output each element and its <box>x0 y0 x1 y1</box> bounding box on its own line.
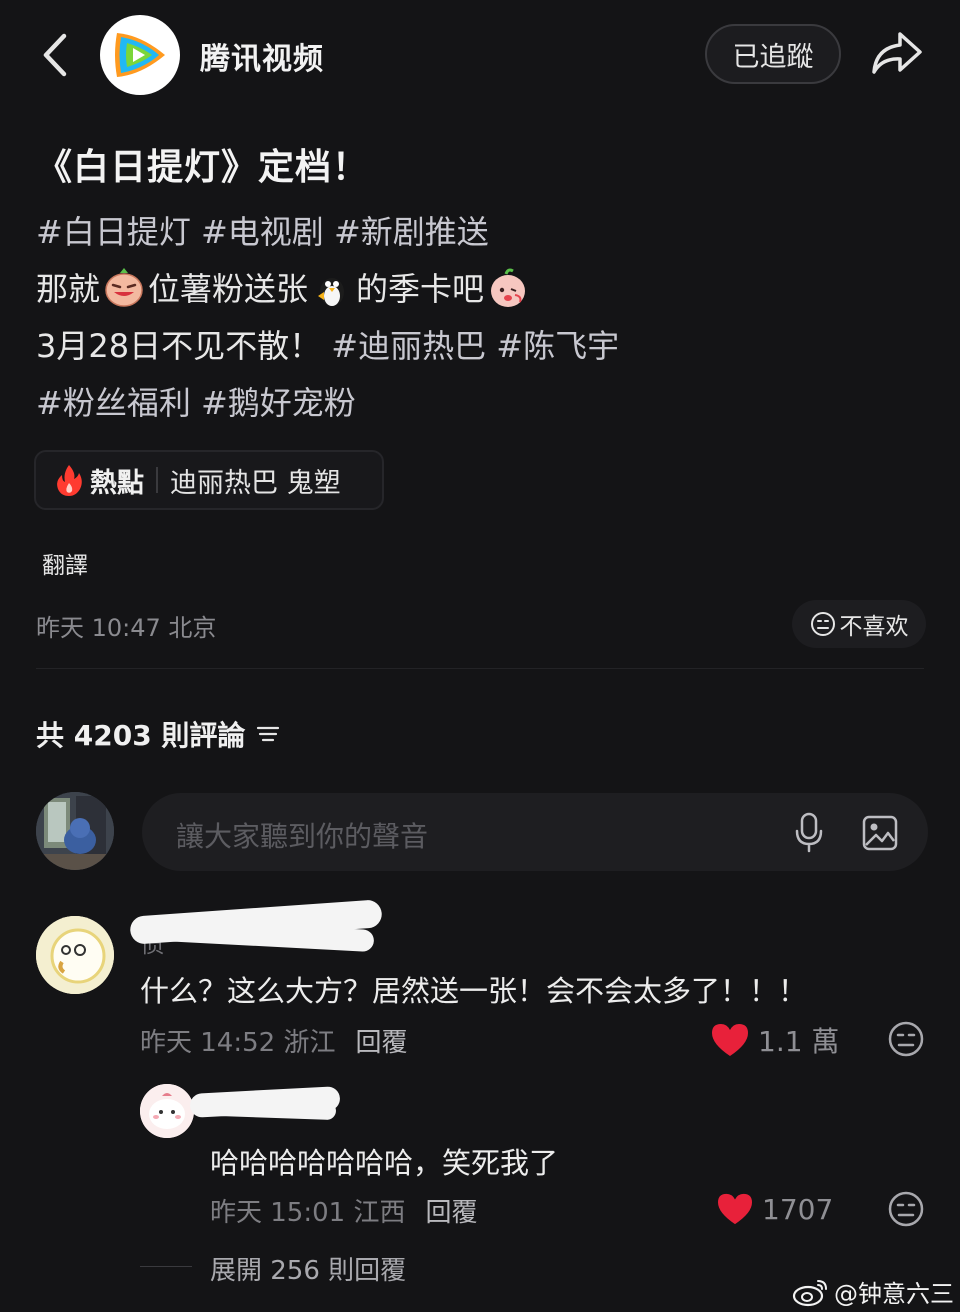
comment-time-location: 昨天 14:52 浙江 <box>140 1028 336 1058</box>
dislike-button[interactable]: 不喜欢 <box>792 600 926 648</box>
hashtags[interactable]: #迪丽热巴 #陈飞宇 <box>331 327 619 365</box>
text-segment: 位薯粉送张 <box>148 270 309 308</box>
post-body: #白日提灯 #电视剧 #新剧推送 那就 位薯粉送张 的季卡吧 3月28日不见不散… <box>36 204 936 432</box>
post-timestamp-location: 昨天 10:47 北京 <box>36 614 217 642</box>
hot-topic-text: 迪丽热巴 鬼塑 <box>170 467 341 499</box>
user-avatar[interactable] <box>36 792 114 870</box>
reply-comment-text: 哈哈哈哈哈哈哈，笑死我了 <box>210 1146 559 1180</box>
comment-meta: 昨天 14:52 浙江 回覆 <box>140 1022 407 1059</box>
cartoon-avatar-image <box>36 916 114 994</box>
divider <box>36 668 924 669</box>
avatar-image <box>36 792 114 870</box>
hashtags[interactable]: #粉丝福利 #鹅好宠粉 <box>36 384 356 422</box>
channel-name[interactable]: 腾讯视频 <box>200 34 324 78</box>
reply-button[interactable]: 回覆 <box>425 1198 477 1228</box>
flame-icon <box>57 465 82 496</box>
reply-comment-meta: 昨天 15:01 江西 回覆 <box>210 1192 477 1229</box>
comment-input[interactable]: 讓大家聽到你的聲音 <box>142 793 928 871</box>
post-line-4: #粉丝福利 #鹅好宠粉 <box>36 375 936 432</box>
potato-emoji-icon <box>105 268 143 307</box>
reply-button[interactable]: 回覆 <box>355 1028 407 1058</box>
post-title: 《白日提灯》定档！ <box>36 147 370 188</box>
heart-icon <box>718 1193 752 1225</box>
peach-wink-emoji-icon <box>491 268 526 307</box>
translate-link[interactable]: 翻譯 <box>42 546 88 580</box>
expand-divider <box>140 1266 192 1267</box>
reply-commenter-avatar[interactable] <box>140 1084 194 1138</box>
comment-time-location: 昨天 15:01 江西 <box>210 1198 406 1228</box>
like-count: 1707 <box>762 1192 834 1226</box>
following-button[interactable]: 已追蹤 <box>705 24 841 84</box>
hot-topic-chip[interactable]: 熱點 迪丽热巴 鬼塑 <box>34 450 384 510</box>
image-icon[interactable] <box>860 813 900 853</box>
cartoon-avatar-image <box>140 1084 194 1138</box>
sort-icon[interactable] <box>255 723 281 745</box>
comment-text: 什么？这么大方？居然送一张！会不会太多了！！！ <box>140 974 808 1008</box>
text-segment: 那就 <box>36 270 101 308</box>
post-line-2: 那就 位薯粉送张 的季卡吧 <box>36 261 936 318</box>
like-button[interactable]: 1.1 萬 <box>710 1020 839 1060</box>
weibo-watermark: @钟意六三 <box>792 1274 954 1309</box>
post-line-3: 3月28日不见不散！ #迪丽热巴 #陈飞宇 <box>36 318 936 375</box>
commenter-avatar[interactable] <box>36 916 114 994</box>
back-chevron-icon[interactable] <box>36 30 76 80</box>
dislike-face-icon[interactable] <box>887 1020 925 1058</box>
microphone-icon[interactable] <box>792 811 826 853</box>
divider <box>156 467 158 493</box>
heart-icon <box>712 1024 748 1056</box>
post-line-1: #白日提灯 #电视剧 #新剧推送 <box>36 204 936 261</box>
like-count: 1.1 萬 <box>758 1025 840 1058</box>
release-date-text: 3月28日不见不散！ <box>36 327 322 365</box>
text-segment: 的季卡吧 <box>356 270 485 308</box>
share-icon[interactable] <box>868 26 926 80</box>
hashtags[interactable]: #白日提灯 #电视剧 #新剧推送 <box>36 213 489 251</box>
weibo-logo-icon <box>792 1279 827 1306</box>
meh-face-icon <box>810 612 835 636</box>
dislike-label: 不喜欢 <box>839 614 909 640</box>
comment-count-label: 共 4203 則評論 <box>36 719 246 752</box>
expand-replies-link[interactable]: 展開 256 則回覆 <box>210 1250 406 1287</box>
like-button[interactable]: 1707 <box>716 1192 833 1226</box>
comment-count-header: 共 4203 則評論 <box>36 714 281 754</box>
tencent-video-logo-icon <box>115 33 165 77</box>
channel-avatar[interactable] <box>100 15 180 95</box>
dislike-face-icon[interactable] <box>887 1190 925 1228</box>
redaction-scribble <box>213 1097 337 1121</box>
watermark-text: @钟意六三 <box>834 1280 954 1308</box>
hot-label: 熱點 <box>90 467 144 499</box>
page: 腾讯视频 已追蹤 《白日提灯》定档！ #白日提灯 #电视剧 #新剧推送 那就 位… <box>0 0 960 1312</box>
penguin-emoji-icon <box>318 278 345 306</box>
comment-input-placeholder: 讓大家聽到你的聲音 <box>176 820 429 853</box>
